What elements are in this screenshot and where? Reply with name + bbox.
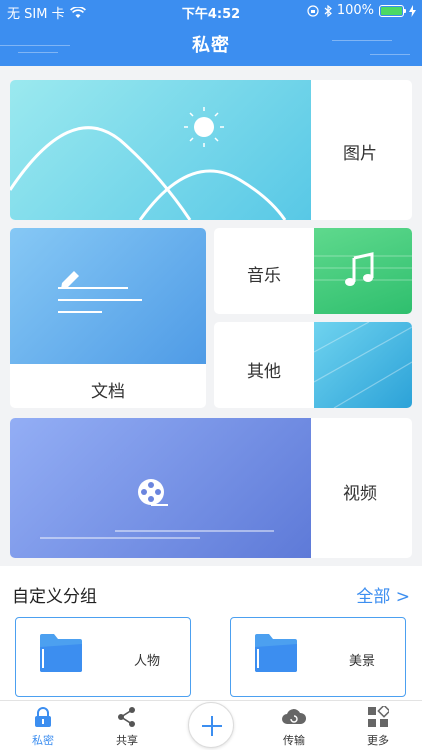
folder-list: 人物 美景	[0, 604, 422, 700]
charging-icon	[409, 4, 416, 17]
folder-icon	[255, 634, 297, 672]
tab-transfer[interactable]: 传输	[264, 701, 324, 750]
documents-card[interactable]: 文档	[10, 228, 206, 408]
tab-label: 传输	[283, 734, 305, 747]
diagonal-lines-icon	[313, 322, 412, 408]
documents-label: 文档	[91, 382, 125, 402]
share-icon	[118, 707, 135, 727]
video-label: 视频	[343, 484, 377, 504]
battery-percent: 100%	[336, 3, 374, 18]
tab-share[interactable]: 共享	[97, 701, 157, 750]
tab-more[interactable]: 更多	[348, 701, 408, 750]
music-label: 音乐	[247, 266, 281, 286]
other-label: 其他	[247, 362, 281, 382]
orientation-lock-icon	[307, 4, 319, 17]
folder-name: 人物	[134, 654, 161, 669]
film-reel-icon	[40, 479, 274, 539]
grid-more-icon	[368, 706, 389, 727]
tab-label: 共享	[116, 734, 138, 747]
music-illustration	[314, 228, 412, 314]
music-note-icon	[314, 252, 412, 286]
page-title: 私密	[192, 35, 230, 56]
folder-item[interactable]: 美景	[230, 617, 406, 697]
header: 无 SIM 卡 下午4:52 100% 私密	[0, 0, 422, 66]
bluetooth-icon	[324, 4, 332, 17]
add-button[interactable]	[188, 702, 234, 748]
documents-illustration	[10, 228, 206, 364]
lock-icon	[35, 707, 51, 727]
battery-icon	[379, 4, 406, 17]
plus-icon	[202, 716, 222, 736]
photos-card[interactable]: 图片	[10, 80, 412, 220]
video-card[interactable]: 视频	[10, 418, 412, 558]
folder-item[interactable]: 人物	[15, 617, 191, 697]
landscape-icon	[10, 107, 287, 220]
tab-private[interactable]: 私密	[13, 701, 73, 750]
photos-illustration	[10, 80, 311, 220]
other-illustration	[313, 322, 412, 408]
music-card[interactable]: 音乐	[214, 228, 412, 314]
other-card[interactable]: 其他	[214, 322, 412, 408]
cloud-sync-icon	[282, 709, 307, 724]
folder-name: 美景	[349, 654, 376, 669]
pencil-lines-icon	[58, 271, 142, 313]
tab-label: 更多	[367, 734, 389, 747]
video-illustration	[10, 418, 311, 558]
folder-icon	[40, 634, 82, 672]
tab-label: 私密	[32, 734, 54, 747]
photos-label: 图片	[343, 144, 377, 164]
status-bar: 无 SIM 卡 下午4:52 100%	[0, 0, 422, 22]
